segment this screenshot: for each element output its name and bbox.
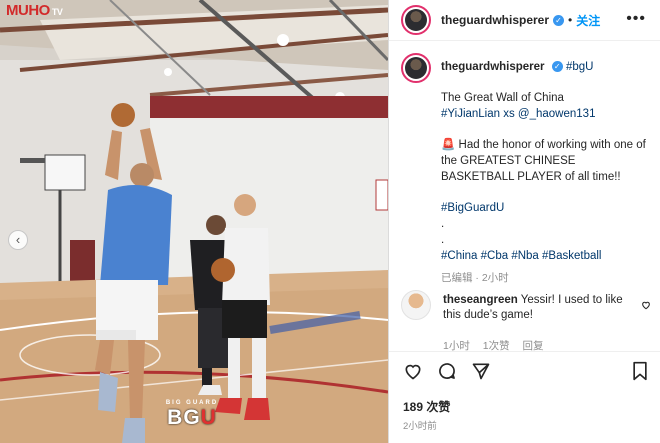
watermark: MUHO TV	[6, 2, 63, 19]
post-timestamp: 2小时前	[403, 421, 437, 432]
verified-badge-icon: ✓	[553, 14, 565, 26]
gym-photo	[0, 0, 388, 443]
separator-dot: •	[568, 13, 573, 27]
comment-item: theseangreen Yessir! I used to like this…	[401, 290, 651, 354]
likes-count[interactable]: 189 次赞	[403, 398, 450, 415]
hashtag-bigguardu[interactable]: #BigGuardU	[441, 200, 648, 216]
chevron-left-icon[interactable]: ‹	[8, 230, 28, 250]
caption-author-avatar[interactable]	[401, 53, 431, 83]
caption-username[interactable]: theguardwhisperer	[441, 61, 545, 73]
author-avatar[interactable]	[401, 5, 431, 35]
commenter-username[interactable]: theseangreen	[443, 294, 518, 306]
instagram-post: MUHO TV ‹ BIG GUARD BGU theguardwhisperer…	[0, 0, 660, 443]
caption-dot: .	[441, 234, 445, 246]
comment-icon[interactable]	[437, 361, 457, 386]
caption-dot: .	[441, 218, 445, 230]
post-media[interactable]: MUHO TV ‹ BIG GUARD BGU	[0, 0, 388, 443]
post-header: theguardwhisperer ✓ • 关注 •••	[389, 0, 660, 41]
more-horizontal-icon[interactable]: •••	[626, 10, 646, 28]
post-caption: theguardwhisperer ✓ #bgU The Great Wall …	[389, 41, 660, 286]
caption-hashtags[interactable]: #China #Cba #Nba #Basketball	[441, 248, 648, 264]
hashtag-bgu[interactable]: #bgU	[566, 61, 594, 73]
siren-icon: 🚨	[441, 139, 456, 151]
heart-icon[interactable]	[403, 361, 423, 386]
edited-label: 已编辑 · 2小时	[441, 272, 509, 284]
bgu-logo: BIG GUARD BGU	[165, 400, 219, 429]
caption-line: The Great Wall of China	[441, 92, 564, 104]
send-icon[interactable]	[471, 361, 491, 386]
post-side-panel: theguardwhisperer ✓ • 关注 ••• theguardwhi…	[388, 0, 660, 443]
commenter-avatar[interactable]	[401, 290, 431, 320]
heart-outline-icon[interactable]	[641, 300, 651, 313]
verified-badge-icon: ✓	[551, 61, 563, 72]
author-username[interactable]: theguardwhisperer	[441, 13, 549, 27]
caption-honor: 🚨 Had the honor of working with one of t…	[441, 139, 646, 183]
post-actions-bar	[389, 351, 660, 392]
bookmark-icon[interactable]	[631, 361, 649, 386]
follow-button[interactable]: 关注	[576, 12, 600, 29]
caption-tags[interactable]: #YiJianLian xs @_haowen131	[441, 106, 648, 122]
